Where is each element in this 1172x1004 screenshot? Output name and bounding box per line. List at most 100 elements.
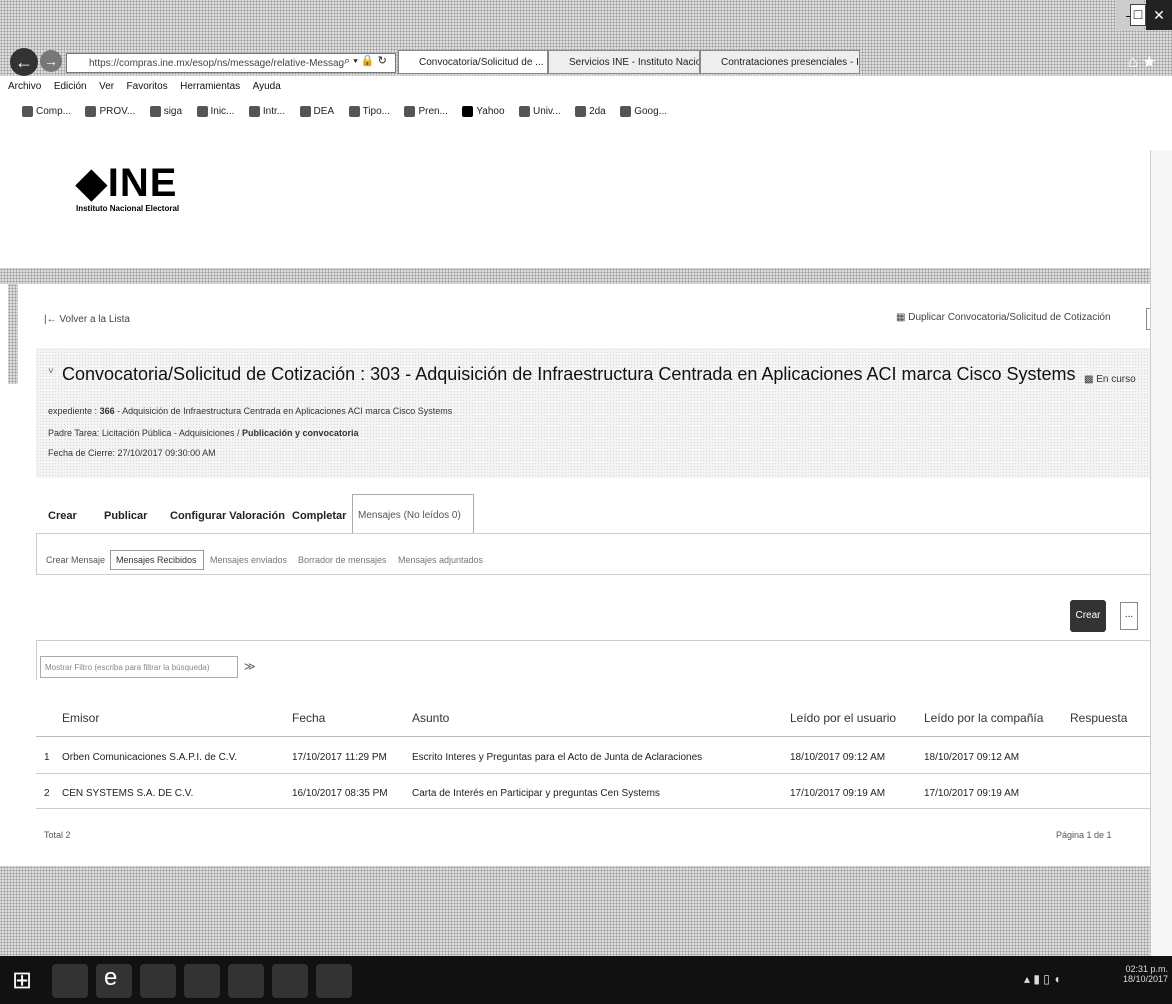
windows-start-icon[interactable]: ⊞ — [12, 966, 32, 995]
favorite-item[interactable]: PROV... — [85, 98, 135, 126]
parent-task-label: Padre Tarea: Licitación Pública - Adquis… — [48, 428, 242, 438]
col-respuesta[interactable]: Respuesta — [1070, 711, 1127, 725]
favorite-item[interactable]: Inic... — [196, 98, 234, 126]
menu-edicion[interactable]: Edición — [54, 76, 87, 98]
filter-toggle-icon[interactable]: ≫ — [244, 660, 256, 673]
favorite-item[interactable]: Tipo... — [348, 98, 390, 126]
expediente-text: - Adquisición de Infraestructura Centrad… — [114, 406, 453, 416]
outlook-icon[interactable] — [228, 964, 264, 998]
media-icon[interactable] — [272, 964, 308, 998]
system-tray-icons[interactable]: ▴ ▮ ▯ ◖ — [1024, 972, 1060, 986]
col-leido-usuario[interactable]: Leído por el usuario — [790, 711, 896, 725]
page-scrollbar[interactable] — [1150, 150, 1172, 956]
forward-nav-button[interactable]: → — [40, 50, 62, 72]
favorites-bar: Comp... PROV... siga Inic... Intr... DEA… — [0, 98, 1172, 126]
favorite-item[interactable]: Yahoo — [462, 98, 505, 126]
row-emisor[interactable]: Orben Comunicaciones S.A.P.I. de C.V. — [62, 752, 237, 763]
section-divider — [0, 268, 1172, 284]
subtab-borrador[interactable]: Borrador de mensajes — [298, 555, 387, 565]
link-label: Duplicar Convocatoria/Solicitud de Cotiz… — [908, 312, 1111, 323]
bookmark-icon — [149, 105, 161, 117]
row-divider — [36, 808, 1168, 809]
tab-crear[interactable]: Crear — [48, 510, 77, 522]
diamond-icon: ◆ — [76, 161, 108, 205]
favorite-item[interactable]: 2da — [575, 98, 606, 126]
parent-task-line: Padre Tarea: Licitación Pública - Adquis… — [48, 428, 359, 438]
logo-subtitle: Instituto Nacional Electoral — [76, 204, 180, 213]
back-nav-button[interactable]: ← — [10, 48, 38, 76]
search-icon[interactable]: ⌕ ▾ 🔒 ↻ — [344, 54, 387, 68]
tab-mensajes[interactable]: Mensajes (No leídos 0) — [358, 510, 461, 521]
menu-herramientas[interactable]: Herramientas — [180, 76, 240, 98]
ine-logo: ◆INE Instituto Nacional Electoral — [76, 160, 179, 213]
arrow-right-icon: → — [44, 53, 58, 69]
close-window-button[interactable]: ✕ — [1146, 0, 1172, 30]
status-label: En curso — [1096, 374, 1136, 385]
browser-titlebar — [0, 0, 1172, 42]
skype-icon[interactable] — [316, 964, 352, 998]
favorite-item[interactable]: Goog... — [620, 98, 667, 126]
acrobat-icon[interactable] — [184, 964, 220, 998]
tab-configurar-valoracion[interactable]: Configurar Valoración — [170, 510, 285, 522]
tab-label: Convocatoria/Solicitud de ... — [419, 57, 544, 68]
favorite-item[interactable]: DEA — [299, 98, 334, 126]
yahoo-icon — [462, 105, 474, 117]
row-index: 2 — [44, 788, 50, 799]
clock[interactable]: 02:31 p.m. 18/10/2017 — [1116, 964, 1168, 984]
expediente-line: expediente : 366 - Adquisición de Infrae… — [48, 406, 452, 416]
col-emisor[interactable]: Emisor — [62, 711, 99, 725]
browser-tab-1[interactable]: Convocatoria/Solicitud de ... — [398, 50, 548, 74]
bookmark-icon — [348, 105, 360, 117]
collapse-icon[interactable]: ˅ — [48, 366, 54, 377]
bookmark-icon — [575, 105, 587, 117]
menu-favoritos[interactable]: Favoritos — [127, 76, 168, 98]
total-count: Total 2 — [44, 830, 71, 840]
row-leido-usuario: 17/10/2017 09:19 AM — [790, 788, 886, 799]
row-index: 1 — [44, 752, 50, 763]
tab-label: Servicios INE - Instituto Nacion... — [569, 57, 699, 68]
row-emisor[interactable]: CEN SYSTEMS S.A. DE C.V. — [62, 788, 193, 799]
col-fecha[interactable]: Fecha — [292, 711, 325, 725]
bookmark-icon — [22, 105, 33, 117]
favorite-item[interactable]: siga — [149, 98, 182, 126]
subtab-mensajes-recibidos[interactable]: Mensajes Recibidos — [116, 555, 197, 565]
create-message-button[interactable]: Crear — [1070, 600, 1106, 632]
link-label: Volver a la Lista — [59, 314, 130, 325]
tab-publicar[interactable]: Publicar — [104, 510, 147, 522]
browser-tab-3[interactable]: Contrataciones presenciales - I... — [700, 50, 860, 74]
clock-time: 02:31 p.m. — [1125, 964, 1168, 974]
menu-archivo[interactable]: Archivo — [8, 76, 41, 98]
bookmark-icon — [519, 105, 530, 117]
duplicate-link[interactable]: ▦ Duplicar Convocatoria/Solicitud de Cot… — [896, 312, 1111, 323]
side-scroll-handle[interactable] — [8, 284, 18, 384]
internet-explorer-icon[interactable]: e — [96, 964, 132, 998]
col-leido-compania[interactable]: Leído por la compañía — [924, 711, 1043, 725]
favorite-item[interactable]: Univ... — [519, 98, 561, 126]
filter-input[interactable]: Mostrar Filtro (escriba para filtrar la … — [40, 656, 238, 678]
subtab-mensajes-adjuntados[interactable]: Mensajes adjuntados — [398, 555, 483, 565]
favorite-item[interactable]: Comp... — [22, 98, 71, 126]
row-leido-usuario: 18/10/2017 09:12 AM — [790, 752, 886, 763]
tab-completar[interactable]: Completar — [292, 510, 346, 522]
browser-tab-2[interactable]: Servicios INE - Instituto Nacion... — [548, 50, 700, 74]
row-leido-compania: 17/10/2017 09:19 AM — [924, 788, 1020, 799]
subtab-mensajes-enviados[interactable]: Mensajes enviados — [210, 555, 287, 565]
more-options-button[interactable]: ... — [1120, 602, 1138, 630]
parent-task-stage: Publicación y convocatoria — [241, 428, 359, 438]
menu-ver[interactable]: Ver — [99, 76, 114, 98]
arrow-left-icon: ← — [15, 52, 33, 72]
favorite-item[interactable]: Intr... — [248, 98, 285, 126]
app-icon[interactable] — [140, 964, 176, 998]
row-asunto[interactable]: Carta de Interés en Participar y pregunt… — [412, 788, 660, 799]
clock-date: 18/10/2017 — [1122, 974, 1168, 984]
favorite-item[interactable]: Pren... — [404, 98, 448, 126]
col-asunto[interactable]: Asunto — [412, 711, 449, 725]
maximize-button[interactable]: □ — [1130, 4, 1146, 26]
file-explorer-icon[interactable] — [52, 964, 88, 998]
subtab-crear-mensaje[interactable]: Crear Mensaje — [46, 555, 105, 565]
copy-icon: ▦ — [896, 312, 909, 323]
row-asunto[interactable]: Escrito Interes y Preguntas para el Acto… — [412, 752, 702, 763]
expediente-number: 366 — [99, 406, 115, 416]
menu-ayuda[interactable]: Ayuda — [253, 76, 281, 98]
back-to-list-link[interactable]: |← Volver a la Lista — [44, 314, 130, 325]
